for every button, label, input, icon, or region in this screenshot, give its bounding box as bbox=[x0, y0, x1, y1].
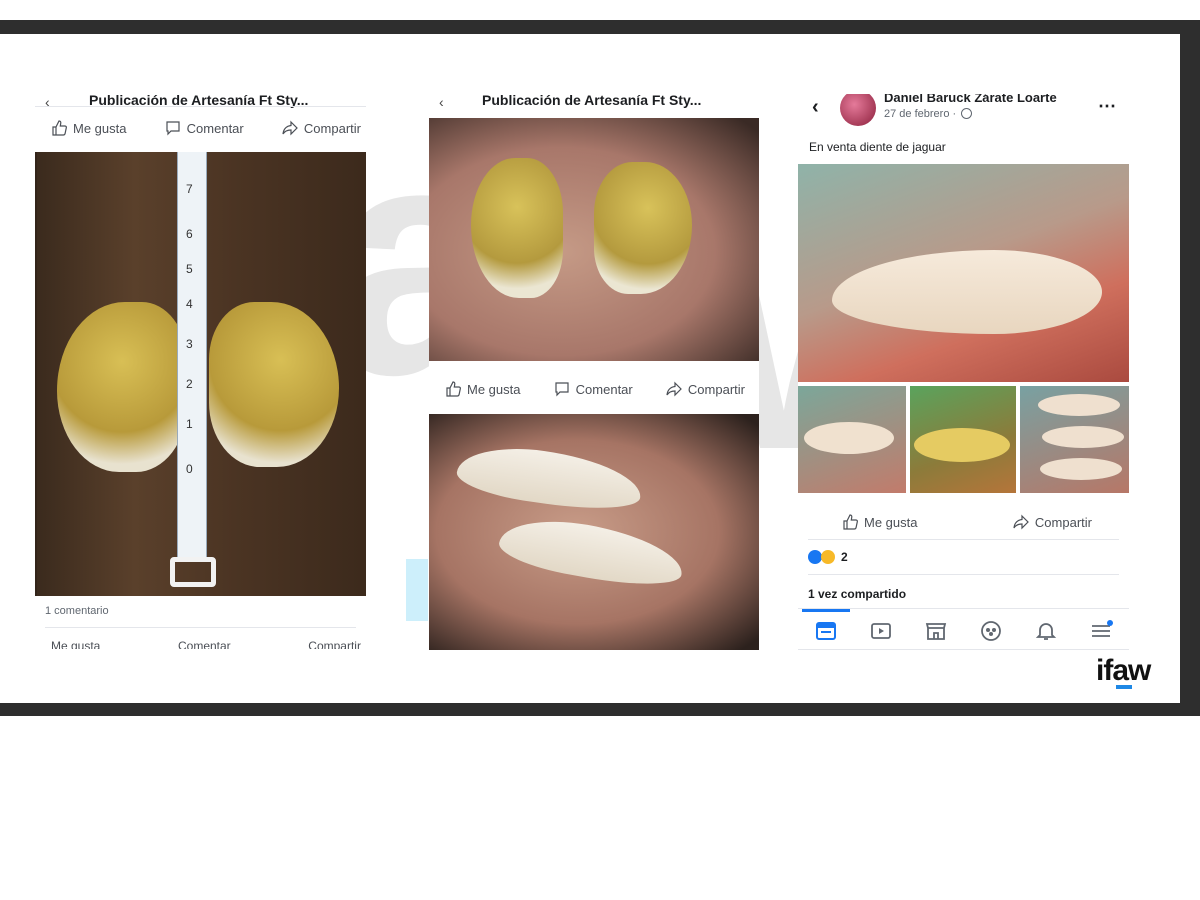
post-date: 27 de febrero · bbox=[884, 108, 957, 120]
post-actions-bar: Me gusta Comentar Compartir bbox=[51, 120, 361, 136]
marketplace-icon[interactable] bbox=[924, 619, 948, 643]
feed-tab-indicator bbox=[802, 609, 850, 612]
menu-icon[interactable] bbox=[1089, 619, 1113, 643]
reactions-summary[interactable]: 2 bbox=[808, 550, 848, 564]
divider bbox=[808, 574, 1119, 575]
post-header-title: Publicación de Artesanía Ft Sty... bbox=[482, 94, 702, 108]
share-button[interactable]: Compartir bbox=[1013, 514, 1092, 530]
post-actions-bar-bottom: Me gusta Comentar Compartir bbox=[51, 639, 361, 649]
screenshot-left: Publicación de Artesanía Ft Sty... ‹ Me … bbox=[35, 94, 366, 649]
frame-border-bottom bbox=[0, 703, 1200, 716]
tooth-thumb bbox=[1042, 426, 1124, 448]
divider bbox=[35, 106, 366, 107]
post-text: En venta diente de jaguar bbox=[809, 140, 946, 154]
share-button[interactable]: Compartir bbox=[282, 120, 361, 136]
like-label: Me gusta bbox=[864, 514, 918, 530]
share-button[interactable]: Compartir bbox=[666, 381, 745, 397]
divider bbox=[808, 539, 1119, 540]
watermark-block bbox=[406, 559, 428, 621]
comment-button[interactable]: Comentar bbox=[165, 120, 244, 136]
more-options-icon[interactable]: ⋯ bbox=[1098, 96, 1116, 117]
ruler-tick: 0 bbox=[186, 462, 193, 476]
share-label: Compartir bbox=[1034, 514, 1092, 530]
share-icon bbox=[282, 120, 298, 136]
share-label: Compartir bbox=[303, 120, 361, 136]
photo-teeth-in-hand bbox=[429, 414, 759, 650]
ruler-tick: 1 bbox=[186, 417, 193, 431]
ruler-tick: 4 bbox=[186, 297, 193, 311]
frame-border-right bbox=[1180, 20, 1200, 716]
tooth-upper bbox=[454, 439, 645, 517]
reaction-count: 2 bbox=[841, 550, 848, 564]
share-count[interactable]: 1 vez compartido bbox=[808, 587, 906, 601]
tooth-thumb bbox=[804, 422, 894, 454]
back-arrow-icon[interactable]: ‹ bbox=[812, 96, 819, 119]
ruler-tick: 5 bbox=[186, 262, 193, 276]
comment-button[interactable]: Comentar bbox=[178, 639, 231, 649]
tooth-thumb bbox=[914, 428, 1010, 462]
logo-accent-bar bbox=[1116, 685, 1132, 689]
screenshot-middle: Publicación de Artesanía Ft Sty... ‹ Me … bbox=[429, 94, 759, 650]
comment-button[interactable]: Comentar bbox=[554, 381, 633, 397]
comment-count[interactable]: 1 comentario bbox=[45, 605, 109, 617]
tooth-lower bbox=[495, 510, 688, 594]
share-icon bbox=[666, 381, 682, 397]
like-button[interactable]: Me gusta bbox=[445, 381, 520, 397]
back-chevron-icon[interactable]: ‹ bbox=[45, 94, 50, 110]
photo-tooth-main bbox=[798, 164, 1129, 382]
claw-right bbox=[594, 162, 692, 294]
ruler-tick: 3 bbox=[186, 337, 193, 351]
ifaw-logo: ifaw bbox=[1096, 654, 1151, 687]
bell-icon[interactable] bbox=[1034, 619, 1058, 643]
share-icon bbox=[1013, 514, 1029, 530]
slide-canvas: a w Publicación de Artesanía Ft Sty... ‹… bbox=[0, 34, 1180, 703]
photo-claws-in-hand bbox=[429, 118, 759, 361]
tooth-main bbox=[832, 250, 1102, 334]
video-icon[interactable] bbox=[869, 619, 893, 643]
comment-icon bbox=[166, 121, 180, 136]
screenshot-right: ‹ Daniel Baruck Zárate Loarte 27 de febr… bbox=[798, 94, 1129, 650]
post-actions-bar: Me gusta Compartir bbox=[842, 514, 1092, 530]
thumbs-up-icon bbox=[446, 381, 461, 397]
thumbs-up-icon bbox=[52, 120, 67, 136]
frame-border-top bbox=[0, 20, 1200, 34]
share-button[interactable]: Compartir bbox=[308, 639, 361, 649]
claw-left bbox=[57, 302, 187, 472]
divider bbox=[798, 649, 1129, 650]
ruler-tick: 2 bbox=[186, 377, 193, 391]
divider bbox=[45, 627, 356, 628]
measuring-tape: 7 6 5 4 3 2 1 0 bbox=[177, 152, 207, 562]
share-label: Compartir bbox=[687, 381, 745, 397]
photo-thumb-2[interactable] bbox=[910, 386, 1016, 493]
groups-icon[interactable] bbox=[979, 619, 1003, 643]
thumbs-up-icon bbox=[843, 514, 858, 530]
avatar[interactable] bbox=[840, 94, 876, 126]
like-button[interactable]: Me gusta bbox=[51, 120, 126, 136]
claw-left bbox=[471, 158, 563, 298]
post-actions-bar: Me gusta Comentar Compartir bbox=[445, 381, 745, 397]
globe-icon bbox=[961, 108, 972, 119]
like-label: Me gusta bbox=[467, 381, 521, 397]
haha-reaction-icon bbox=[821, 550, 835, 564]
slide: a w Publicación de Artesanía Ft Sty... ‹… bbox=[0, 0, 1200, 900]
like-reaction-icon bbox=[808, 550, 822, 564]
tooth-thumb bbox=[1040, 458, 1122, 480]
tooth-thumb bbox=[1038, 394, 1120, 416]
photo-thumb-1[interactable] bbox=[798, 386, 906, 493]
like-button[interactable]: Me gusta bbox=[842, 514, 917, 530]
ruler-tick: 6 bbox=[186, 227, 193, 241]
comment-label: Comentar bbox=[186, 120, 244, 136]
comment-label: Comentar bbox=[575, 381, 633, 397]
feed-icon[interactable] bbox=[814, 619, 838, 643]
photo-thumb-3[interactable] bbox=[1020, 386, 1129, 493]
claw-right bbox=[209, 302, 339, 467]
tape-clip bbox=[170, 557, 216, 587]
ruler-tick: 7 bbox=[186, 182, 193, 196]
comment-icon bbox=[555, 382, 569, 397]
author-name[interactable]: Daniel Baruck Zárate Loarte bbox=[884, 94, 1057, 105]
photo-teeth-with-ruler: 7 6 5 4 3 2 1 0 bbox=[35, 152, 366, 596]
like-label: Me gusta bbox=[73, 120, 127, 136]
like-button[interactable]: Me gusta bbox=[51, 639, 100, 649]
back-chevron-icon[interactable]: ‹ bbox=[439, 94, 444, 110]
